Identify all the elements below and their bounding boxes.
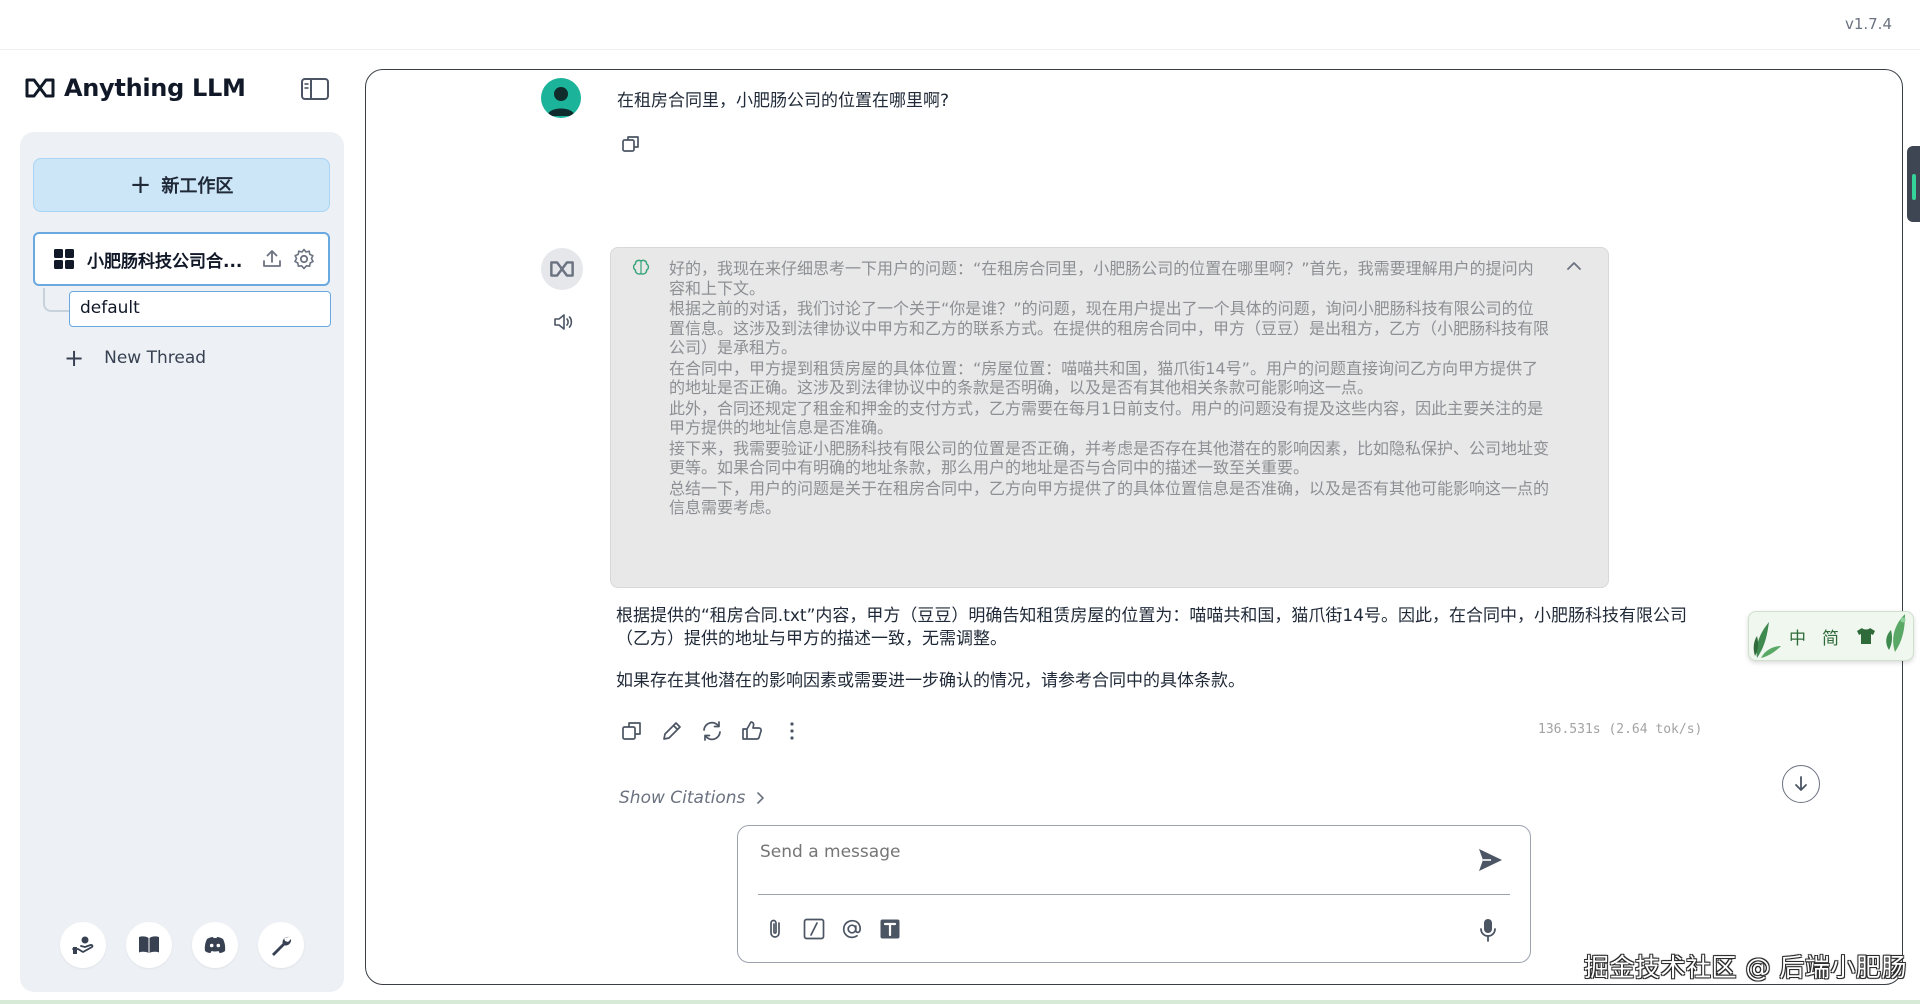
message-actions <box>620 719 804 743</box>
thought-text: 好的，我现在来仔细思考一下用户的问题：“在租房合同里，小肥肠公司的位置在哪里啊？… <box>669 259 1549 519</box>
new-workspace-button[interactable]: + 新工作区 <box>33 158 330 212</box>
assistant-avatar <box>541 248 583 290</box>
docs-button[interactable] <box>126 922 172 968</box>
ime-char-simplified[interactable]: 简 <box>1822 624 1839 649</box>
settings-wrench-icon <box>272 936 292 956</box>
ime-char-chinese[interactable]: 中 <box>1789 624 1806 649</box>
user-avatar-icon <box>547 87 575 116</box>
sidebar-footer <box>60 922 304 968</box>
copy-icon[interactable] <box>620 133 642 155</box>
arrow-down-icon <box>1795 776 1807 791</box>
watermark: 掘金技术社区 @ 后端小肥肠 <box>1584 953 1907 982</box>
plus-icon: + <box>64 344 85 372</box>
thought-paragraph: 根据之前的对话，我们讨论了一个关于“你是谁？”的问题，现在用户提出了一个具体的问… <box>669 299 1550 357</box>
leaf-decoration-icon <box>1753 622 1781 658</box>
new-workspace-label: 新工作区 <box>161 176 234 197</box>
app-version: v1.7.4 <box>1844 15 1892 33</box>
thread-item-default[interactable]: default <box>69 291 331 327</box>
community-hub-button[interactable] <box>60 922 106 968</box>
thought-paragraph: 接下来，我需要验证小肥肠科技有限公司的位置是否正确，并考虑是否存在其他潜在的影响… <box>669 438 1550 478</box>
chevron-right-icon <box>757 792 765 804</box>
user-message: 在租房合同里，小肥肠公司的位置在哪里啊? <box>617 91 950 111</box>
thumbs-up-icon[interactable] <box>740 719 764 743</box>
response-timing: 136.531s (2.64 tok/s) <box>1538 722 1703 737</box>
message-input[interactable] <box>760 842 1440 862</box>
regenerate-icon[interactable] <box>700 719 724 743</box>
workspace-name: 小肥肠科技公司合... <box>87 251 243 272</box>
new-thread-button[interactable]: + New Thread <box>64 346 206 370</box>
thought-block: 好的，我现在来仔细思考一下用户的问题：“在租房合同里，小肥肠公司的位置在哪里啊？… <box>610 247 1609 588</box>
input-toolbar <box>764 917 902 941</box>
plus-icon: + <box>129 170 152 200</box>
app-logo: Anything LLM <box>24 74 246 102</box>
speaker-icon[interactable] <box>551 310 575 334</box>
discord-button[interactable] <box>192 922 238 968</box>
new-thread-label: New Thread <box>104 348 207 368</box>
chevron-up-icon[interactable] <box>1566 260 1582 272</box>
thought-paragraph: 在合同中，甲方提到租赁房屋的具体位置：“房屋位置：喵喵共和国，猫爪街14号”。用… <box>669 358 1538 398</box>
show-citations-label: Show Citations <box>619 788 746 808</box>
right-edge-handle[interactable] <box>1907 146 1920 222</box>
bottom-strip <box>0 1000 1920 1004</box>
slash-command-icon[interactable] <box>802 917 826 941</box>
show-citations-button[interactable]: Show Citations <box>619 788 765 808</box>
thought-paragraph: 此外，合同还规定了租金和押金的支付方式，乙方需要在每月1日前支付。用户的问题没有… <box>669 398 1544 438</box>
gear-icon[interactable] <box>292 247 316 271</box>
at-mention-icon[interactable] <box>840 917 864 941</box>
tshirt-icon[interactable] <box>1855 626 1877 646</box>
leaf-decoration-icon <box>1886 614 1906 652</box>
workspace-grid-icon <box>54 249 74 269</box>
brain-icon <box>632 259 650 275</box>
text-format-icon[interactable] <box>878 917 902 941</box>
workspace-item[interactable]: 小肥肠科技公司合... <box>33 232 330 286</box>
upload-icon[interactable] <box>260 247 284 271</box>
sidebar-toggle-icon[interactable] <box>300 76 330 102</box>
paperclip-icon[interactable] <box>764 917 788 941</box>
microphone-icon[interactable] <box>1476 917 1500 943</box>
copy-icon[interactable] <box>620 719 644 743</box>
community-hub-icon <box>72 936 94 954</box>
top-bar: v1.7.4 <box>0 0 1920 50</box>
prompt-input-box <box>737 825 1531 963</box>
answer-paragraph: 如果存在其他潜在的影响因素或需要进一步确认的情况，请参考合同中的具体条款。 <box>616 671 1245 691</box>
settings-button[interactable] <box>258 922 304 968</box>
anything-llm-logo-icon <box>25 78 55 98</box>
edit-pencil-icon[interactable] <box>660 719 684 743</box>
scroll-to-bottom-button[interactable] <box>1782 765 1820 803</box>
more-options-icon[interactable] <box>780 719 804 743</box>
assistant-answer: 根据提供的“租房合同.txt”内容，甲方（豆豆）明确告知租赁房屋的位置为：喵喵共… <box>616 605 1716 693</box>
thread-connector <box>43 288 69 312</box>
input-divider <box>758 894 1510 895</box>
user-avatar <box>541 78 581 118</box>
ime-toolbar[interactable]: 中 简 <box>1748 611 1914 661</box>
anything-llm-logo-icon <box>550 261 574 277</box>
discord-icon <box>204 937 226 953</box>
docs-book-icon <box>139 936 159 953</box>
answer-paragraph: 根据提供的“租房合同.txt”内容，甲方（豆豆）明确告知租赁房屋的位置为：喵喵共… <box>616 606 1688 649</box>
thought-paragraph: 总结一下，用户的问题是关于在租房合同中，乙方向甲方提供了的具体位置信息是否准确，… <box>669 478 1550 518</box>
thought-paragraph: 好的，我现在来仔细思考一下用户的问题：“在租房合同里，小肥肠公司的位置在哪里啊？… <box>669 259 1534 298</box>
send-icon[interactable] <box>1476 846 1504 874</box>
app-name: Anything LLM <box>64 74 246 102</box>
